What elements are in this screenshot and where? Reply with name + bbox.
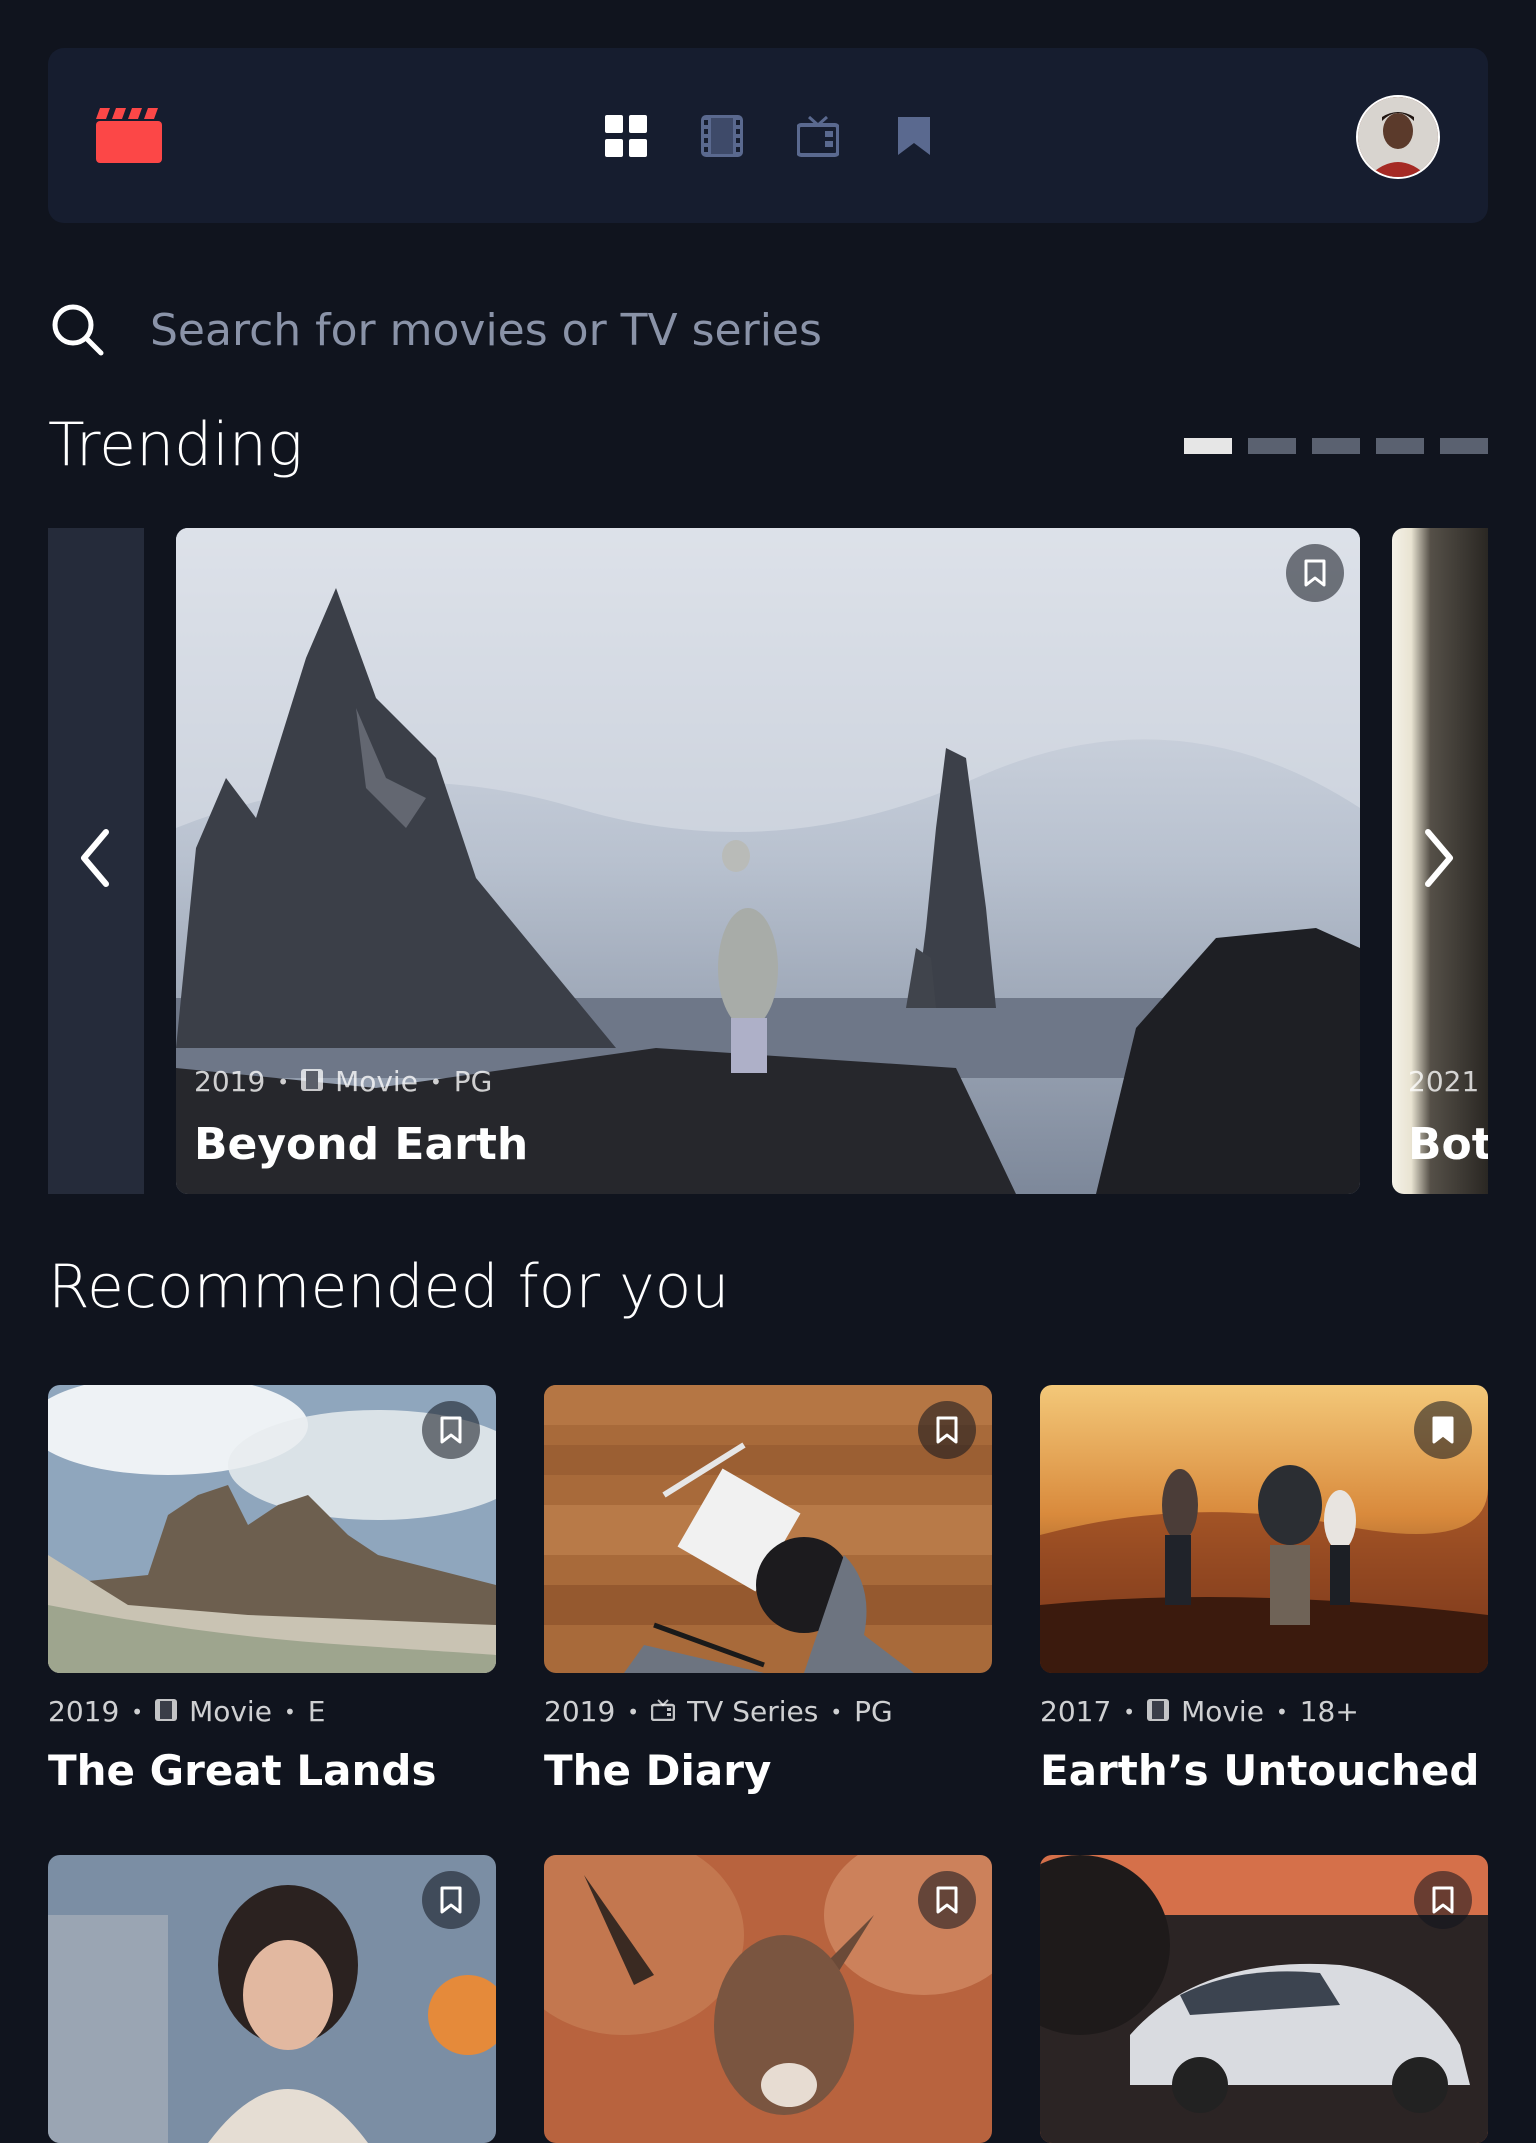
trending-card[interactable]: 2019 • Movie • PG Beyond Earth (176, 528, 1360, 1194)
bookmark-icon[interactable] (1286, 544, 1344, 602)
recommended-card-meta: 2019 • TV Series • PG (544, 1695, 992, 1728)
film-icon (301, 1065, 324, 1098)
carousel-dot-active[interactable] (1184, 438, 1232, 454)
recommended-card[interactable] (1040, 1855, 1488, 2143)
trending-heading: Trending (48, 410, 303, 480)
recommended-card-image (1040, 1855, 1488, 2143)
trending-card-meta: 2021 • (1408, 1065, 1488, 1098)
tv-icon (650, 1695, 676, 1728)
separator-dot: • (283, 1699, 296, 1724)
card-rating: PG (854, 1695, 893, 1728)
recommended-card[interactable]: 2017 • Movie • 18+ Earth’s Untouched (1040, 1385, 1488, 1795)
recommended-card-image (544, 1385, 992, 1673)
recommended-card-image (48, 1855, 496, 2143)
card-year: 2019 (48, 1695, 120, 1728)
search-icon (48, 300, 108, 360)
trending-card-meta: 2019 • Movie • PG (194, 1065, 492, 1098)
trending-card-title: Beyond Earth (194, 1119, 529, 1170)
search-bar (48, 295, 1488, 365)
recommended-card[interactable]: 2019 • Movie • E The Great Lands (48, 1385, 496, 1795)
film-icon (155, 1695, 178, 1728)
nav-tv-series-tv-icon[interactable] (790, 108, 846, 164)
nav-bookmarks-bookmark-icon[interactable] (886, 108, 942, 164)
carousel-dot[interactable] (1248, 438, 1296, 454)
recommended-card-image (48, 1385, 496, 1673)
recommended-card-title: Earth’s Untouched (1040, 1746, 1480, 1795)
recommended-card-meta: 2017 • Movie • 18+ (1040, 1695, 1488, 1728)
nav-menu (598, 108, 942, 164)
separator-dot: • (830, 1699, 843, 1724)
recommended-heading: Recommended for you (48, 1252, 730, 1322)
trending-year: 2019 (194, 1065, 266, 1098)
bookmark-icon[interactable] (918, 1871, 976, 1929)
carousel-dot[interactable] (1312, 438, 1360, 454)
recommended-card[interactable]: 2019 • TV Series • PG The Diary (544, 1385, 992, 1795)
recommended-card-image (544, 1855, 992, 2143)
separator-dot: • (131, 1699, 144, 1724)
recommended-card[interactable] (544, 1855, 992, 2143)
trending-year: 2021 (1408, 1065, 1480, 1098)
card-year: 2017 (1040, 1695, 1112, 1728)
card-rating: 18+ (1299, 1695, 1359, 1728)
separator-dot: • (429, 1069, 442, 1094)
trending-rating: PG (453, 1065, 493, 1098)
trending-carousel: 2019 • Movie • PG Beyond Earth 2021 • Bo… (48, 528, 1488, 1194)
chevron-right-icon[interactable] (1408, 828, 1468, 888)
bookmark-icon[interactable] (1414, 1871, 1472, 1929)
carousel-dot[interactable] (1440, 438, 1488, 454)
user-avatar[interactable] (1356, 95, 1440, 179)
card-category: Movie (1181, 1695, 1264, 1728)
bookmark-icon[interactable] (422, 1401, 480, 1459)
card-rating: E (307, 1695, 326, 1728)
recommended-card-image (1040, 1385, 1488, 1673)
search-input[interactable] (148, 303, 1452, 357)
nav-home-grid-icon[interactable] (598, 108, 654, 164)
bookmark-icon[interactable] (918, 1401, 976, 1459)
recommended-card[interactable] (48, 1855, 496, 2143)
bookmark-icon[interactable] (422, 1871, 480, 1929)
separator-dot: • (627, 1699, 640, 1724)
recommended-card-meta: 2019 • Movie • E (48, 1695, 496, 1728)
bookmark-icon[interactable] (1414, 1401, 1472, 1459)
card-category: Movie (189, 1695, 272, 1728)
trending-card-title: Bot (1408, 1119, 1488, 1170)
recommended-card-title: The Great Lands (48, 1746, 437, 1795)
chevron-left-icon[interactable] (66, 828, 126, 888)
separator-dot: • (277, 1069, 290, 1094)
card-category: TV Series (687, 1695, 819, 1728)
trending-category: Movie (335, 1065, 418, 1098)
separator-dot: • (1123, 1699, 1136, 1724)
top-navbar (48, 48, 1488, 223)
film-icon (1147, 1695, 1170, 1728)
app-logo-icon[interactable] (96, 106, 162, 163)
carousel-dot[interactable] (1376, 438, 1424, 454)
separator-dot: • (1275, 1699, 1288, 1724)
recommended-card-title: The Diary (544, 1746, 772, 1795)
card-year: 2019 (544, 1695, 616, 1728)
nav-movies-film-icon[interactable] (694, 108, 750, 164)
carousel-pagination (1184, 438, 1488, 454)
